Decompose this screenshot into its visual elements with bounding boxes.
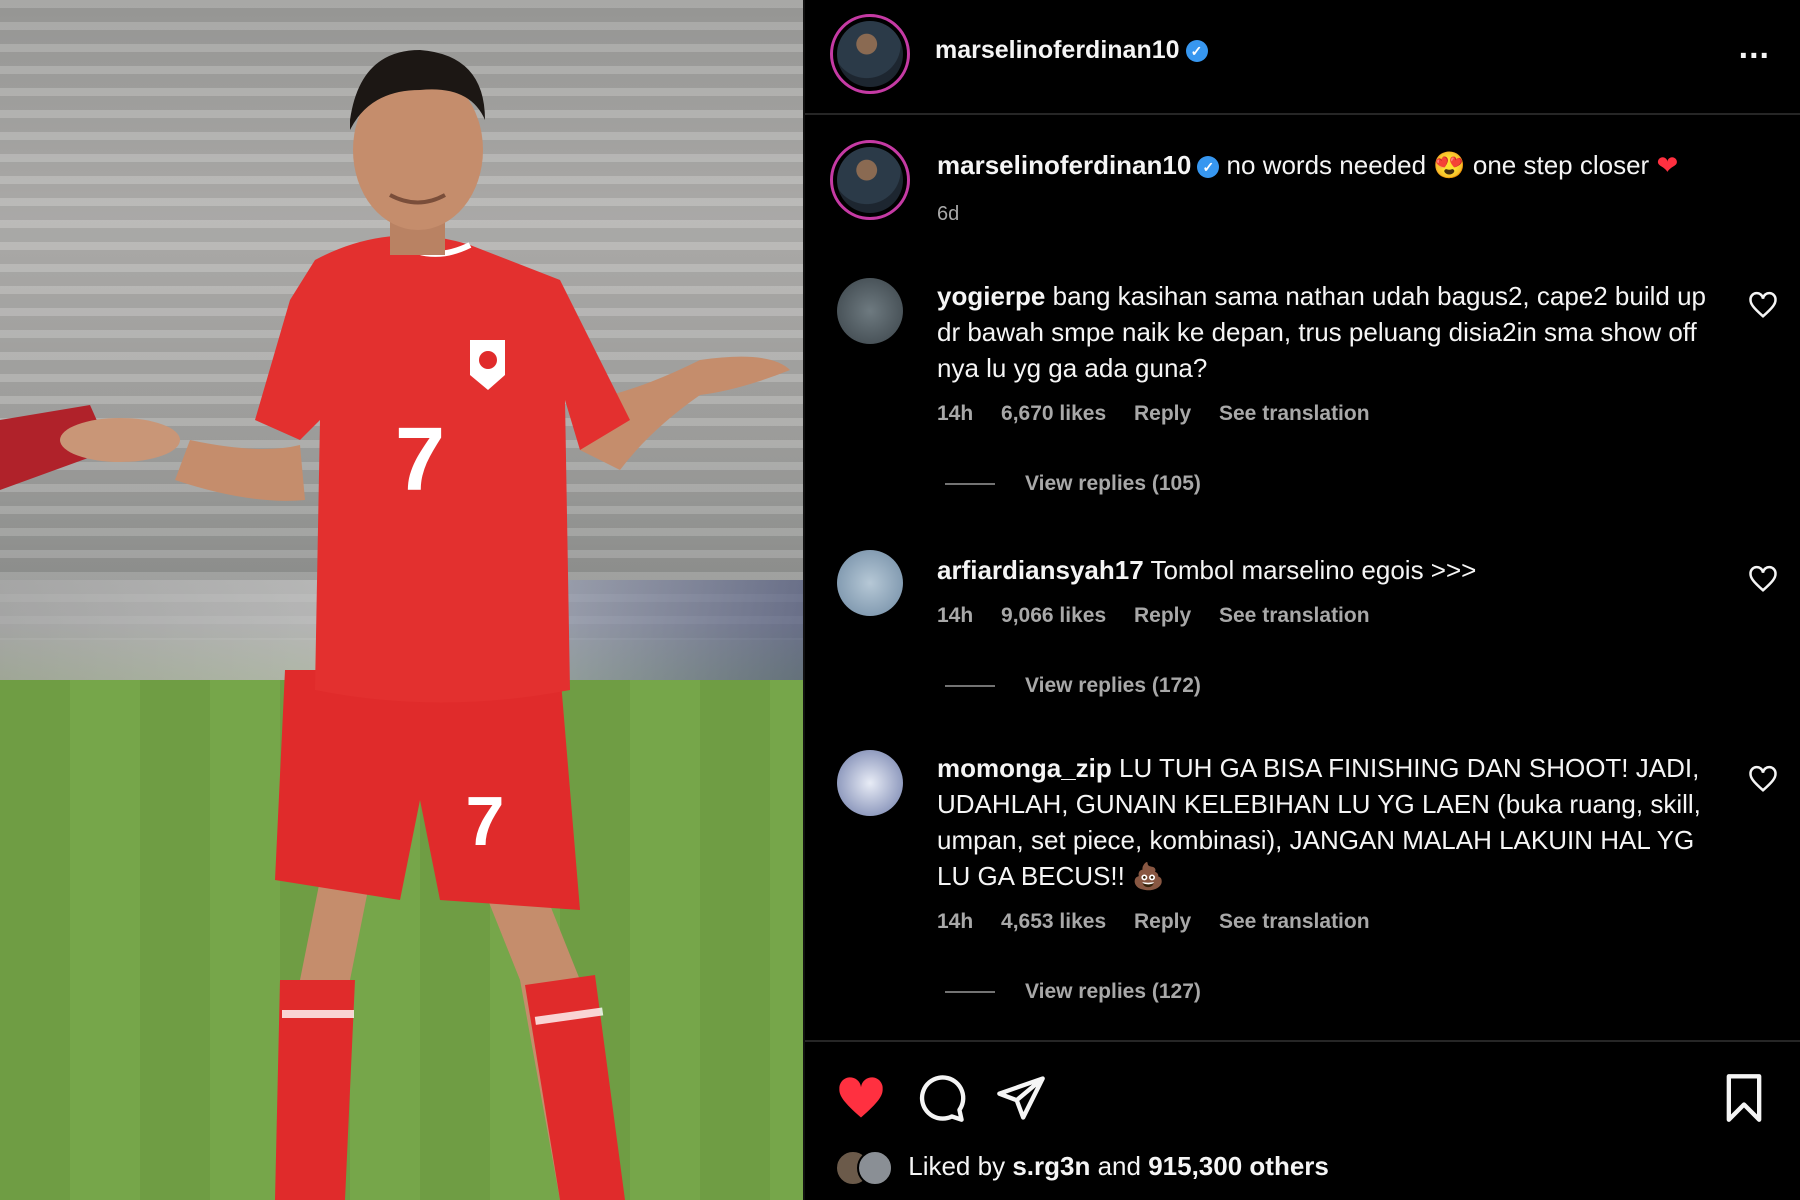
view-replies-button[interactable]: View replies (172) xyxy=(945,674,1201,698)
heart-icon[interactable] xyxy=(1748,764,1778,794)
red-heart-emoji: ❤ xyxy=(1656,150,1679,180)
see-translation-button[interactable]: See translation xyxy=(1219,604,1370,627)
comment-likes[interactable]: 9,066 likes xyxy=(1001,604,1106,627)
comment-body: yogierpe bang kasihan sama nathan udah b… xyxy=(937,278,1717,386)
liked-by-others[interactable]: 915,300 others xyxy=(1148,1151,1329,1181)
author-username-text[interactable]: marselinoferdinan10 xyxy=(935,36,1180,64)
football-player: 7 7 xyxy=(0,50,790,1200)
shorts-number: 7 xyxy=(466,782,505,860)
comment-username[interactable]: momonga_zip xyxy=(937,753,1112,783)
comment-username[interactable]: yogierpe xyxy=(937,281,1045,311)
smiling-emoji: 😍 xyxy=(1433,150,1466,180)
comment-likes[interactable]: 6,670 likes xyxy=(1001,402,1106,425)
view-replies-button[interactable]: View replies (105) xyxy=(945,472,1201,496)
comment-time: 14h xyxy=(937,910,974,933)
comment-body: momonga_zip LU TUH GA BISA FINISHING DAN… xyxy=(937,750,1717,894)
commenter-avatar[interactable] xyxy=(837,750,903,816)
caption-text: marselinoferdinan10 ✓ no words needed 😍 o… xyxy=(937,150,1777,181)
comment-body: arfiardiansyah17 Tombol marselino egois … xyxy=(937,552,1717,588)
instagram-post-panel: marselinoferdinan10 ✓ ... marselinoferdin… xyxy=(805,0,1800,1200)
bookmark-icon[interactable] xyxy=(1718,1072,1770,1124)
reply-button[interactable]: Reply xyxy=(1134,604,1191,627)
heart-icon[interactable] xyxy=(1748,564,1778,594)
comment-icon[interactable] xyxy=(915,1072,967,1124)
liked-by-middle: and xyxy=(1097,1150,1141,1181)
liked-by-summary[interactable]: Liked by s.rg3n and 915,300 others xyxy=(835,1150,1329,1186)
author-username[interactable]: marselinoferdinan10 ✓ xyxy=(935,36,1208,65)
reply-button[interactable]: Reply xyxy=(1134,910,1191,933)
caption-timestamp: 6d xyxy=(937,203,960,225)
reply-button[interactable]: Reply xyxy=(1134,402,1191,425)
liker-avatars xyxy=(835,1150,895,1186)
post-header: marselinoferdinan10 ✓ ... xyxy=(805,0,1800,115)
comment-username[interactable]: arfiardiansyah17 xyxy=(937,555,1144,585)
heart-icon[interactable] xyxy=(1748,290,1778,320)
comment-meta: 14h 4,653 likes Reply See translation xyxy=(937,910,1392,934)
comment-time: 14h xyxy=(937,402,974,425)
caption-part1: no words needed xyxy=(1226,150,1427,180)
verified-icon: ✓ xyxy=(1185,40,1208,63)
comment-text: Tombol marselino egois >>> xyxy=(1150,555,1477,585)
post-actions-bar: Liked by s.rg3n and 915,300 others xyxy=(805,1040,1800,1200)
author-avatar[interactable] xyxy=(830,14,910,94)
verified-icon: ✓ xyxy=(1197,156,1220,179)
view-replies-button[interactable]: View replies (127) xyxy=(945,980,1201,1004)
comment-likes[interactable]: 4,653 likes xyxy=(1001,910,1106,933)
like-heart-icon[interactable] xyxy=(835,1072,887,1124)
liked-by-user[interactable]: s.rg3n xyxy=(1012,1151,1090,1181)
caption-username[interactable]: marselinoferdinan10 xyxy=(937,150,1191,180)
commenter-avatar[interactable] xyxy=(837,278,903,344)
see-translation-button[interactable]: See translation xyxy=(1219,910,1370,933)
see-translation-button[interactable]: See translation xyxy=(1219,402,1370,425)
caption-avatar[interactable] xyxy=(830,140,910,220)
comment-time: 14h xyxy=(937,604,974,627)
liked-by-prefix: Liked by xyxy=(908,1150,1006,1181)
jersey-number: 7 xyxy=(395,410,445,510)
share-icon[interactable] xyxy=(995,1072,1047,1124)
more-icon[interactable]: ... xyxy=(1739,28,1770,67)
caption-part2: one step closer xyxy=(1472,150,1650,180)
comment-meta: 14h 9,066 likes Reply See translation xyxy=(937,604,1392,628)
post-photo[interactable]: 7 7 xyxy=(0,0,803,1200)
comment-text: bang kasihan sama nathan udah bagus2, ca… xyxy=(937,281,1707,383)
comment-meta: 14h 6,670 likes Reply See translation xyxy=(937,402,1392,426)
commenter-avatar[interactable] xyxy=(837,550,903,616)
